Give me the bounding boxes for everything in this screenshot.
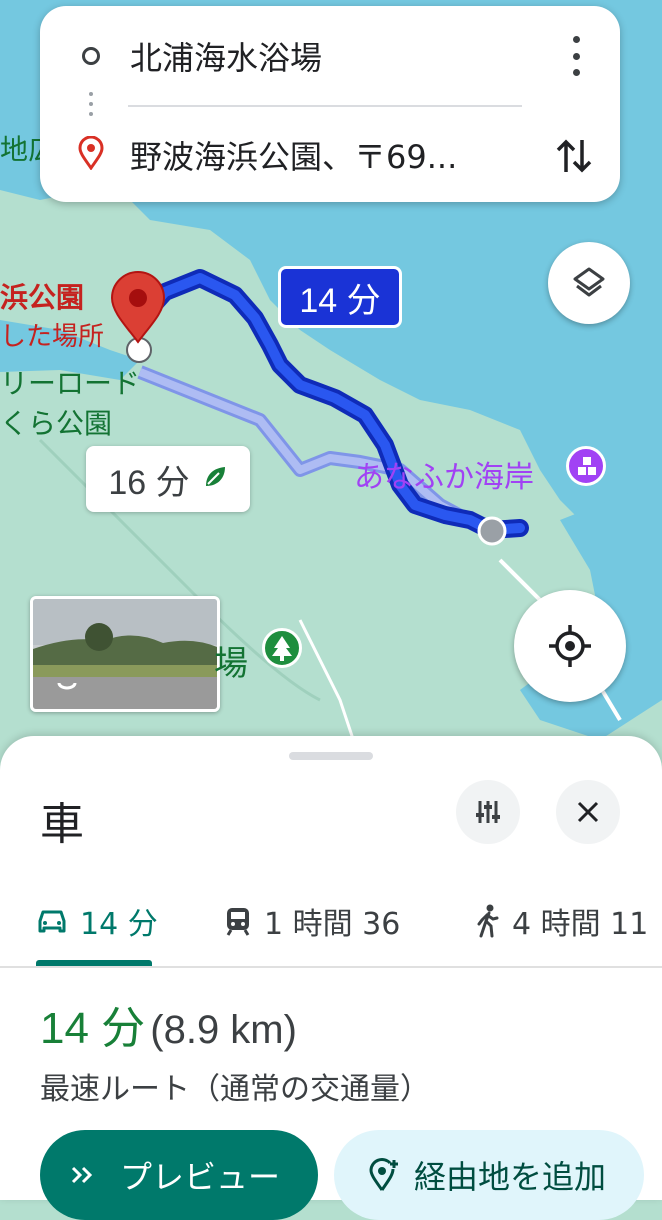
train-icon (226, 908, 250, 936)
alt-route-time: 16 分 (108, 463, 190, 502)
route-options-button[interactable] (456, 780, 520, 844)
park-tree-icon[interactable] (262, 628, 302, 668)
street-view-thumbnail[interactable] (30, 596, 220, 712)
preview-button[interactable]: プレビュー (40, 1130, 318, 1220)
map-label-park[interactable]: 浜公園 (0, 276, 84, 316)
map-label-place: 場 (214, 644, 248, 684)
tab-walking-label: 4 時間 11 (512, 907, 649, 942)
destination-text: 野波海浜公園、〒69... (130, 138, 458, 176)
route-duration: 14 分 (40, 1004, 146, 1053)
layers-button[interactable] (548, 242, 630, 324)
map-label-park-sub: した場所 (0, 322, 105, 352)
leaf-icon (202, 460, 228, 499)
map-label-road: リーロード (0, 367, 141, 400)
tab-walking[interactable]: 4 時間 11 (476, 876, 648, 966)
close-button[interactable] (556, 780, 620, 844)
directions-bottom-sheet: 車 14 分 1 時間 36 4 時間 11 14 分 (8.9 km) 最速ル… (0, 736, 662, 1220)
add-location-icon (369, 1158, 398, 1191)
tabs-divider (0, 966, 662, 968)
tab-driving-label: 14 分 (80, 907, 158, 942)
close-icon (577, 801, 599, 823)
my-location-button[interactable] (514, 590, 626, 702)
walk-icon (477, 904, 499, 938)
map-label-park-2: くら公園 (0, 407, 113, 440)
route-distance: (8.9 km) (150, 1008, 297, 1052)
origin-field[interactable]: 北浦海水浴場 (40, 11, 620, 101)
origin-text: 北浦海水浴場 (130, 39, 323, 77)
swap-icon[interactable] (554, 134, 594, 178)
destination-field[interactable]: 野波海浜公園、〒69... (40, 110, 620, 200)
travel-mode-tabs: 14 分 1 時間 36 4 時間 11 (0, 876, 662, 968)
chevrons-icon (71, 1166, 93, 1184)
tune-icon (476, 801, 500, 823)
tab-driving[interactable]: 14 分 (36, 876, 158, 966)
route-summary: 14 分 (8.9 km) (40, 992, 297, 1056)
travel-mode-title: 車 (40, 799, 84, 850)
poi-label-beach[interactable]: あなふか海岸 (354, 452, 534, 496)
layers-icon (573, 267, 605, 297)
field-divider (128, 105, 522, 107)
directions-search-card: 北浦海水浴場 野波海浜公園、〒69... (40, 6, 620, 202)
selected-route-time-label[interactable]: 14 分 (278, 266, 402, 328)
add-waypoint-label: 経由地を追加 (414, 1158, 607, 1196)
poi-attraction-icon[interactable] (566, 446, 606, 486)
alt-route-time-label[interactable]: 16 分 (86, 446, 250, 512)
location-pin-icon (78, 135, 104, 174)
tab-transit-label: 1 時間 36 (264, 907, 401, 942)
my-location-icon (549, 625, 591, 667)
tab-transit[interactable]: 1 時間 36 (224, 876, 400, 966)
more-vert-icon[interactable] (564, 36, 588, 76)
sheet-drag-handle[interactable] (289, 752, 373, 760)
origin-marker (477, 516, 507, 546)
car-icon (38, 910, 66, 933)
preview-label: プレビュー (120, 1158, 281, 1196)
origin-circle-icon (82, 47, 100, 65)
route-description: 最速ルート（通常の交通量） (40, 1072, 430, 1107)
add-waypoint-button[interactable]: 経由地を追加 (334, 1130, 644, 1220)
